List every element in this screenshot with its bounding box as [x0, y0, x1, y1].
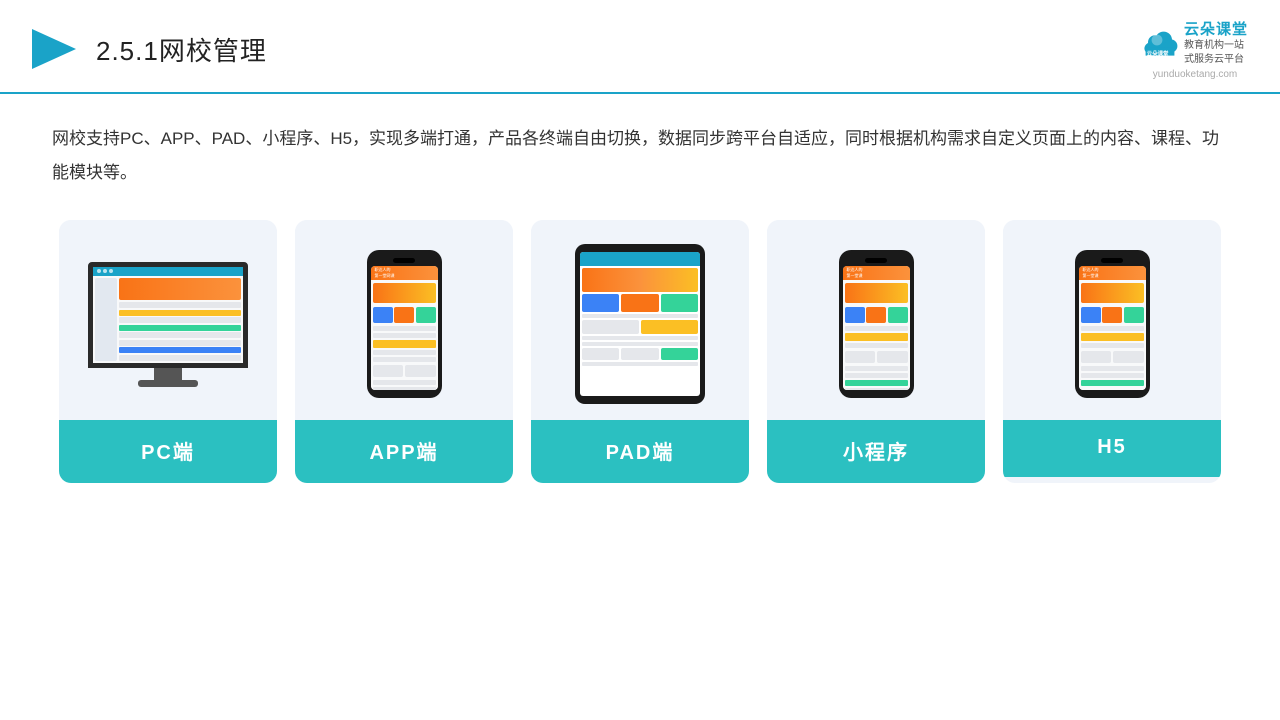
- card-pc: PC端: [59, 220, 277, 483]
- monitor-mockup: [88, 262, 248, 387]
- phone-body-miniapp: 职达人的第一堂课: [839, 250, 914, 398]
- play-icon: [32, 25, 80, 73]
- tablet-mockup: [575, 244, 705, 404]
- header-left: 2.5.1网校管理: [32, 25, 267, 73]
- card-miniapp-image: 职达人的第一堂课: [767, 220, 985, 420]
- page-title: 2.5.1网校管理: [96, 31, 267, 68]
- logo-url: yunduoketang.com: [1153, 69, 1238, 80]
- card-pad-image: [531, 220, 749, 420]
- card-h5-image: 职达人的第一堂课: [1003, 220, 1221, 420]
- card-app-label: APP端: [295, 420, 513, 483]
- phone-body-app: 职达人的第一堂网课: [367, 250, 442, 398]
- card-h5-label: H5: [1003, 420, 1221, 477]
- title-main: 网校管理: [159, 36, 267, 66]
- card-h5: 职达人的第一堂课: [1003, 220, 1221, 483]
- card-app-image: 职达人的第一堂网课: [295, 220, 513, 420]
- device-cards-container: PC端 职达人的第一堂网课: [52, 220, 1228, 483]
- card-miniapp-label: 小程序: [767, 420, 985, 483]
- main-content: 网校支持PC、APP、PAD、小程序、H5，实现多端打通，产品各终端自由切换，数…: [0, 94, 1280, 483]
- card-pc-image: [59, 220, 277, 420]
- phone-mockup-app: 职达人的第一堂网课: [367, 250, 442, 398]
- card-app: 职达人的第一堂网课: [295, 220, 513, 483]
- cloud-logo-icon: 云朵课堂: [1142, 29, 1178, 57]
- logo-area: 云朵课堂 云朵课堂 教育机构一站式服务云平台 yunduoketang.com: [1142, 18, 1248, 80]
- logo-cloud: 云朵课堂 云朵课堂 教育机构一站式服务云平台: [1142, 18, 1248, 67]
- card-pad: PAD端: [531, 220, 749, 483]
- phone-body-h5: 职达人的第一堂课: [1075, 250, 1150, 398]
- card-miniapp: 职达人的第一堂课: [767, 220, 985, 483]
- logo-text: 云朵课堂: [1184, 18, 1248, 39]
- logo-slogan: 教育机构一站式服务云平台: [1184, 39, 1244, 67]
- page-header: 2.5.1网校管理 云朵课堂 云朵课堂 教育机构一站式服务云平台 yunduok…: [0, 0, 1280, 94]
- tablet-body: [575, 244, 705, 404]
- description-text: 网校支持PC、APP、PAD、小程序、H5，实现多端打通，产品各终端自由切换，数…: [52, 122, 1228, 190]
- title-prefix: 2.5.1: [96, 36, 159, 66]
- card-pad-label: PAD端: [531, 420, 749, 483]
- phone-mockup-miniapp: 职达人的第一堂课: [839, 250, 914, 398]
- monitor-screen: [88, 262, 248, 368]
- phone-mockup-h5: 职达人的第一堂课: [1075, 250, 1150, 398]
- card-pc-label: PC端: [59, 420, 277, 483]
